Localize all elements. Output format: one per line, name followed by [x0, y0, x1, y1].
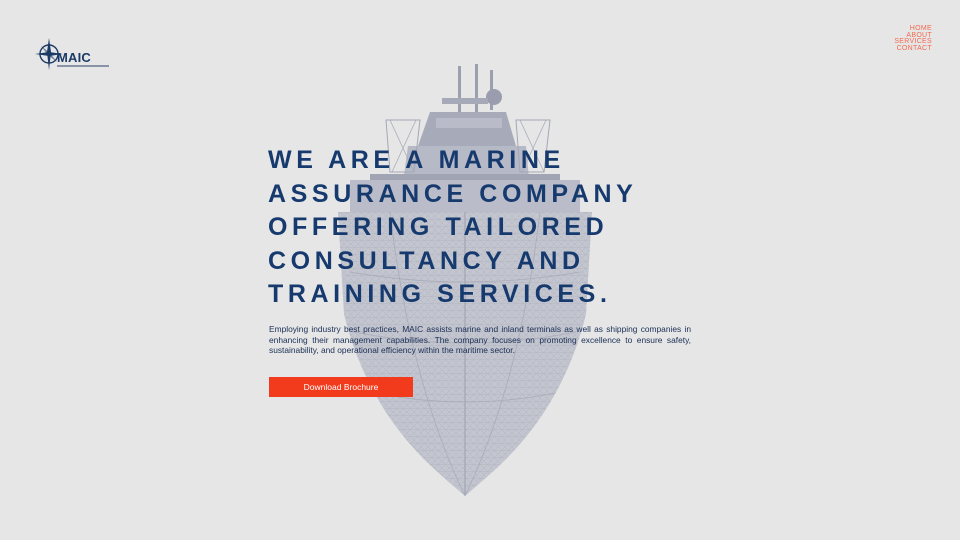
hero-intro-text: Employing industry best practices, MAIC …	[269, 324, 691, 355]
hero-headline-line: ASSURANCE COMPANY	[268, 179, 638, 208]
brand-tagline-bar	[57, 65, 109, 67]
hero-headline-line: CONSULTANCY AND	[268, 246, 585, 275]
brand-name: MAIC	[57, 50, 92, 65]
hero-headline: WE ARE A MARINE ASSURANCE COMPANY OFFERI…	[268, 144, 698, 312]
download-brochure-button[interactable]: Download Brochure	[269, 377, 413, 397]
nav-link-contact[interactable]: CONTACT	[894, 45, 932, 53]
hero-headline-line: WE ARE A MARINE	[268, 146, 565, 174]
main-nav: HOME ABOUT SERVICES CONTACT	[894, 25, 932, 53]
hero-headline-line: TRAINING SERVICES.	[268, 280, 612, 308]
brand-logo[interactable]: MAIC	[33, 36, 111, 74]
page: MAIC HOME ABOUT SERVICES CONTACT WE ARE …	[0, 0, 960, 540]
hero-headline-line: OFFERING TAILORED	[268, 213, 609, 241]
